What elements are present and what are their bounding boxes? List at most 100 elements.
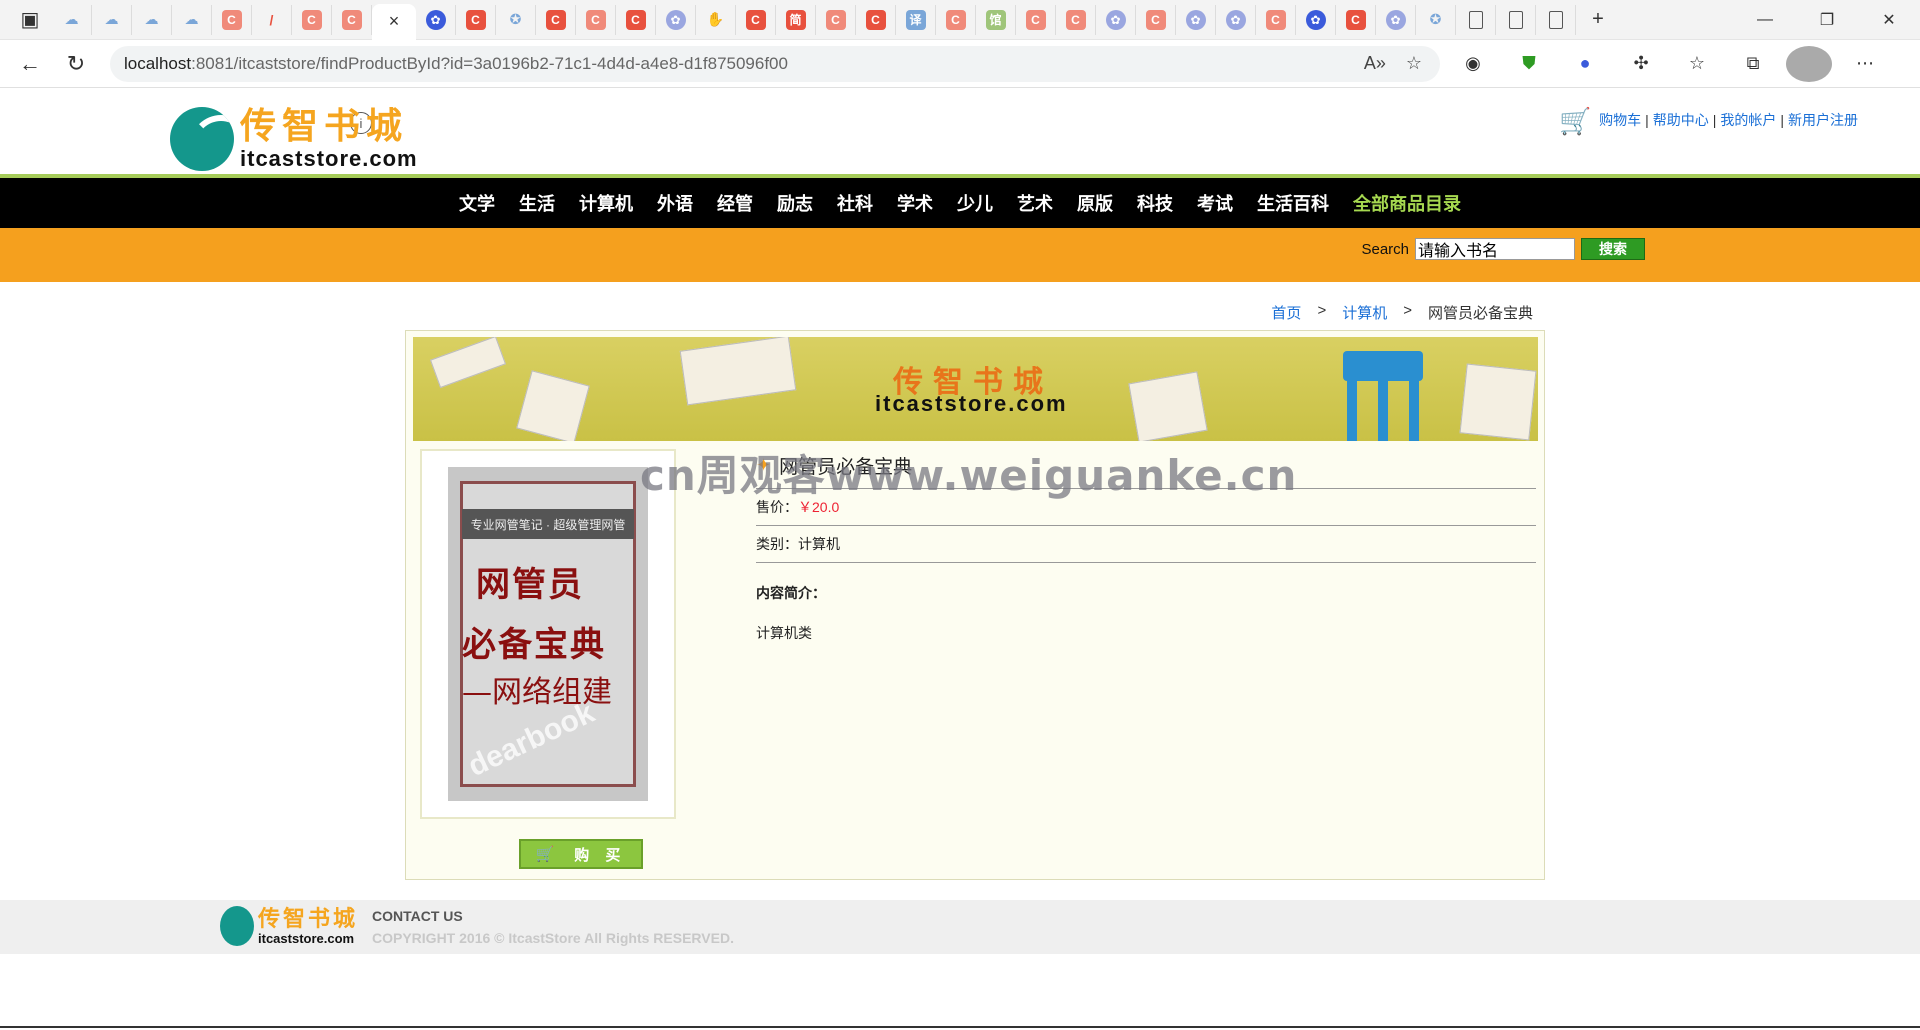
- browser-tab[interactable]: ✿: [416, 4, 456, 35]
- browser-tab[interactable]: C: [536, 4, 576, 35]
- browser-tab[interactable]: ☁: [172, 4, 212, 35]
- product-image-frame: 专业网管笔记 · 超级管理网管 网管员 必备宝典 —网络组建 dearbook: [420, 449, 676, 819]
- tab-actions-icon[interactable]: ▣: [8, 7, 52, 32]
- back-arrow-icon[interactable]: ←: [10, 46, 50, 82]
- close-window-icon[interactable]: ✕: [1858, 0, 1920, 40]
- c-favicon-icon: C: [1345, 9, 1366, 30]
- browser-tab[interactable]: C: [212, 4, 252, 35]
- active-tab-close-icon[interactable]: ×: [372, 3, 416, 40]
- browser-tab[interactable]: [1456, 4, 1496, 35]
- browser-tab[interactable]: C: [1336, 4, 1376, 35]
- search-label: Search: [1361, 240, 1409, 258]
- url-field[interactable]: i localhost:8081/itcaststore/findProduct…: [110, 45, 1440, 134]
- extension-icon[interactable]: ●: [1562, 46, 1608, 82]
- add-favorite-icon[interactable]: ☆: [1406, 53, 1422, 74]
- browser-tab[interactable]: ✿: [1176, 4, 1216, 35]
- browser-tab[interactable]: C: [332, 4, 372, 35]
- browser-tab[interactable]: C: [1136, 4, 1176, 35]
- profile-avatar[interactable]: [1786, 45, 1832, 82]
- puzzle-icon[interactable]: ✣: [1618, 46, 1664, 82]
- browser-tab[interactable]: [1536, 4, 1576, 35]
- favorites-icon[interactable]: ☆: [1674, 46, 1720, 82]
- browser-tab[interactable]: ☁: [92, 4, 132, 35]
- link-help[interactable]: 帮助中心: [1653, 110, 1709, 130]
- browser-tab[interactable]: C: [816, 4, 856, 35]
- c-favicon-icon: C: [545, 9, 566, 30]
- category-link[interactable]: 少儿: [945, 190, 1005, 216]
- c-favicon-icon: C: [1265, 9, 1286, 30]
- browser-tab[interactable]: ✋: [696, 4, 736, 35]
- category-link[interactable]: 艺术: [1005, 190, 1065, 216]
- link-cart[interactable]: 购物车: [1599, 110, 1641, 130]
- category-link[interactable]: 文学: [447, 190, 507, 216]
- browser-tab[interactable]: ☁: [132, 4, 172, 35]
- browser-tab[interactable]: ✿: [1216, 4, 1256, 35]
- all-categories-link[interactable]: 全部商品目录: [1341, 190, 1473, 216]
- hand-favicon-icon: ✋: [706, 11, 725, 27]
- browser-tab[interactable]: 简: [776, 4, 816, 35]
- category-link[interactable]: 外语: [645, 190, 705, 216]
- link-register[interactable]: 新用户注册: [1788, 110, 1858, 130]
- browser-tab[interactable]: C: [456, 4, 496, 35]
- category-link[interactable]: 励志: [765, 190, 825, 216]
- category-value: 计算机: [798, 536, 840, 552]
- reload-icon[interactable]: ↻: [56, 46, 96, 82]
- site-logo[interactable]: 传智书城 itcaststore.com: [170, 106, 418, 172]
- browser-tab[interactable]: /: [252, 4, 292, 35]
- browser-tab[interactable]: 馆: [976, 4, 1016, 35]
- link-account[interactable]: 我的帐户: [1720, 110, 1776, 130]
- breadcrumb-category[interactable]: 计算机: [1342, 302, 1387, 323]
- minimize-icon[interactable]: —: [1734, 0, 1796, 40]
- extension-icon[interactable]: ◉: [1450, 46, 1496, 82]
- browser-tab[interactable]: ☁: [52, 4, 92, 35]
- c-favicon-icon: C: [585, 9, 606, 30]
- browser-tab[interactable]: 译: [896, 4, 936, 35]
- browser-tab[interactable]: ✿: [656, 4, 696, 35]
- category-link[interactable]: 学术: [885, 190, 945, 216]
- more-menu-icon[interactable]: ⋯: [1842, 46, 1888, 82]
- browser-tab[interactable]: ✪: [1416, 4, 1456, 35]
- c-favicon-icon: C: [301, 9, 322, 30]
- globe-favicon-icon: ✪: [1429, 11, 1442, 27]
- browser-tab[interactable]: C: [856, 4, 896, 35]
- browser-tab[interactable]: C: [1016, 4, 1056, 35]
- cart-icon[interactable]: 🛒: [1559, 106, 1591, 136]
- browser-tab[interactable]: C: [1056, 4, 1096, 35]
- browser-tab[interactable]: [1496, 4, 1536, 35]
- breadcrumb-home[interactable]: 首页: [1271, 302, 1301, 323]
- category-link[interactable]: 科技: [1125, 190, 1185, 216]
- footer-logo-cn: 传智书城: [258, 905, 359, 932]
- browser-tab[interactable]: C: [1256, 4, 1296, 35]
- category-link[interactable]: 生活: [507, 190, 567, 216]
- browser-tab[interactable]: ✿: [1376, 4, 1416, 35]
- shield-icon[interactable]: ⛊: [1506, 46, 1552, 82]
- browser-tab[interactable]: C: [616, 4, 656, 35]
- browser-tab[interactable]: C: [736, 4, 776, 35]
- browser-tab[interactable]: C: [576, 4, 616, 35]
- cover-title-line2: 必备宝典: [462, 625, 606, 665]
- browser-tab[interactable]: C: [936, 4, 976, 35]
- document-favicon-icon: [1508, 10, 1523, 29]
- category-link[interactable]: 原版: [1065, 190, 1125, 216]
- category-nav: 文学 生活 计算机 外语 经管 励志 社科 学术 少儿 艺术 原版 科技 考试 …: [0, 178, 1920, 228]
- browser-tab[interactable]: ✿: [1296, 4, 1336, 35]
- browser-tab[interactable]: ✪: [496, 4, 536, 35]
- search-button[interactable]: 搜索: [1581, 238, 1645, 260]
- read-aloud-icon[interactable]: A»: [1364, 53, 1386, 74]
- category-link[interactable]: 社科: [825, 190, 885, 216]
- category-link[interactable]: 经管: [705, 190, 765, 216]
- search-input[interactable]: [1415, 238, 1575, 260]
- c-favicon-icon: C: [465, 9, 486, 30]
- new-tab-button[interactable]: +: [1576, 8, 1620, 31]
- category-link[interactable]: 生活百科: [1245, 190, 1341, 216]
- product-cover-image[interactable]: 专业网管笔记 · 超级管理网管 网管员 必备宝典 —网络组建 dearbook: [448, 467, 648, 801]
- buy-label: 购 买: [574, 846, 627, 864]
- category-link[interactable]: 计算机: [567, 190, 645, 216]
- restore-icon[interactable]: ❐: [1796, 0, 1858, 40]
- browser-tab[interactable]: ✿: [1096, 4, 1136, 35]
- buy-button[interactable]: 🛒 购 买: [519, 839, 643, 869]
- browser-tab[interactable]: C: [292, 4, 332, 35]
- breadcrumb-sep: >: [1317, 302, 1327, 319]
- category-link[interactable]: 考试: [1185, 190, 1245, 216]
- collections-icon[interactable]: ⧉: [1730, 46, 1776, 82]
